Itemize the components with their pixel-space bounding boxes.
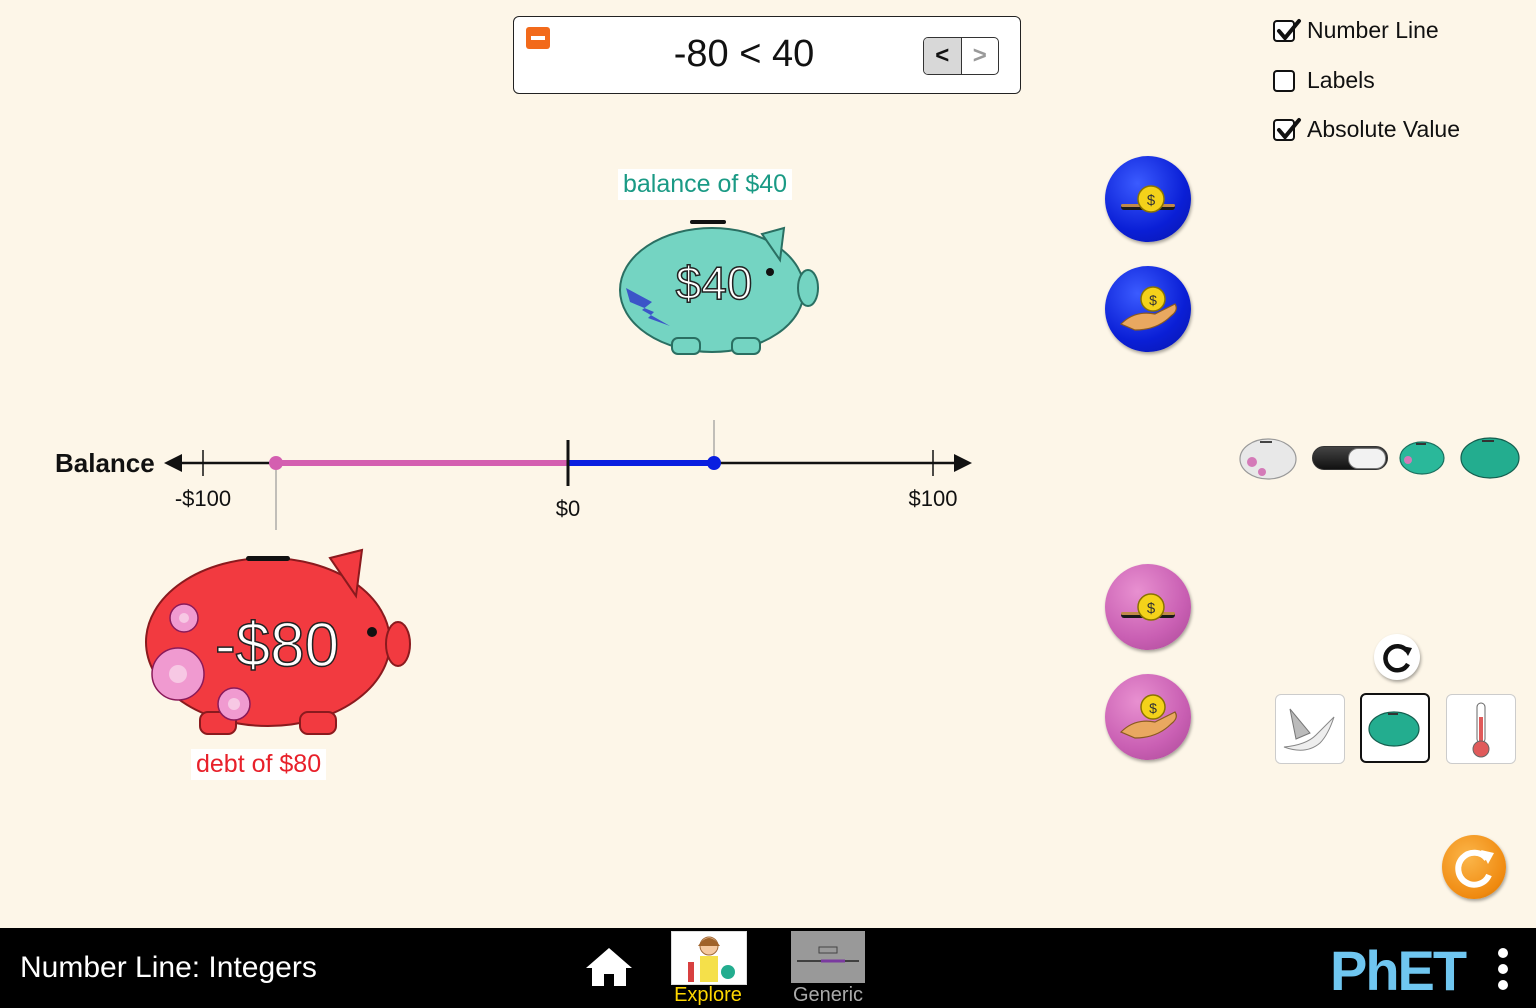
checkbox-checked-icon [1273, 18, 1301, 42]
generic-screen-icon [797, 946, 859, 963]
navigation-bar: Number Line: Integers Explore Generic Ph… [0, 928, 1536, 1008]
checkbox-label: Labels [1307, 67, 1375, 93]
home-icon [586, 948, 632, 986]
more-options-icon[interactable] [1496, 948, 1510, 994]
bank-style-toggle[interactable] [1312, 446, 1388, 470]
comparison-right-value: 40 [771, 33, 815, 75]
operator-selector: < > [923, 37, 999, 75]
svg-text:$: $ [1147, 600, 1156, 617]
reset-icon [1383, 644, 1412, 673]
comparison-left-value: -80 [673, 33, 729, 75]
reset-icon [1455, 849, 1494, 888]
svg-text:$: $ [1149, 700, 1157, 716]
scene-thermometer-button[interactable] [1446, 694, 1516, 764]
absolute-value-checkbox[interactable]: Absolute Value [1273, 116, 1460, 143]
positive-amount: $40 [675, 256, 753, 310]
coin-slot-icon: $ [1121, 185, 1175, 213]
withdraw-negative-button[interactable]: $ [1105, 674, 1191, 760]
comparison-statement-panel: -80 < 40 < > [513, 16, 1021, 94]
tick-label: $0 [555, 496, 581, 521]
scene-reset-button[interactable] [1374, 634, 1420, 680]
withdraw-positive-button[interactable]: $ [1105, 266, 1191, 352]
deposit-positive-button[interactable]: $ [1105, 156, 1191, 242]
sim-title: Number Line: Integers [20, 951, 317, 984]
checkbox-checked-icon [1273, 117, 1301, 141]
hand-coin-icon: $ [1119, 694, 1177, 739]
checkbox-label: Absolute Value [1307, 116, 1461, 142]
comparison-operator: < [739, 33, 762, 75]
explore-screen-button[interactable] [671, 931, 747, 985]
comparison-statement: -80 < 40 [514, 33, 974, 76]
tick-label: -$100 [174, 486, 232, 511]
right-arrow-icon [954, 454, 972, 472]
tick-label: $100 [908, 486, 958, 511]
number-line-label: Balance [55, 448, 155, 478]
coin-slot-icon: $ [1121, 593, 1175, 621]
debt-caption: debt of $80 [191, 749, 327, 780]
generic-screen-button[interactable] [791, 931, 865, 983]
labels-checkbox[interactable]: Labels [1273, 67, 1375, 94]
piggy-bank-lightning-style-icon [1398, 436, 1448, 478]
piggy-bank-flowers-style-icon [1238, 432, 1302, 482]
left-arrow-icon [164, 454, 182, 472]
checkbox-label: Number Line [1307, 17, 1439, 43]
toggle-knob [1348, 448, 1386, 469]
generic-screen-label[interactable]: Generic [778, 984, 878, 1007]
piggy-bank-plain-style-icon [1458, 432, 1524, 482]
number-line-checkbox[interactable]: Number Line [1273, 17, 1439, 44]
point-positive [707, 456, 721, 470]
greater-than-button[interactable]: > [962, 38, 999, 74]
bird-icon [1283, 708, 1335, 751]
deposit-negative-button[interactable]: $ [1105, 564, 1191, 650]
explore-screen-icon [688, 936, 735, 982]
piggy-bank-icon [1368, 711, 1420, 747]
hand-coin-icon: $ [1119, 286, 1177, 331]
checkbox-unchecked-icon [1273, 69, 1295, 92]
svg-text:$: $ [1147, 192, 1156, 209]
less-than-button[interactable]: < [924, 38, 962, 74]
phet-logo[interactable]: PhET [1330, 938, 1467, 1003]
scene-bird-button[interactable] [1275, 694, 1345, 764]
balance-caption: balance of $40 [618, 169, 793, 200]
negative-amount: -$80 [214, 610, 340, 681]
point-negative [269, 456, 283, 470]
reset-all-button[interactable] [1442, 835, 1506, 899]
home-button[interactable] [584, 946, 634, 993]
svg-text:$: $ [1149, 292, 1157, 308]
explore-screen-label[interactable]: Explore [658, 984, 758, 1007]
thermometer-icon [1472, 702, 1490, 758]
scene-piggy-bank-button[interactable] [1360, 693, 1430, 763]
